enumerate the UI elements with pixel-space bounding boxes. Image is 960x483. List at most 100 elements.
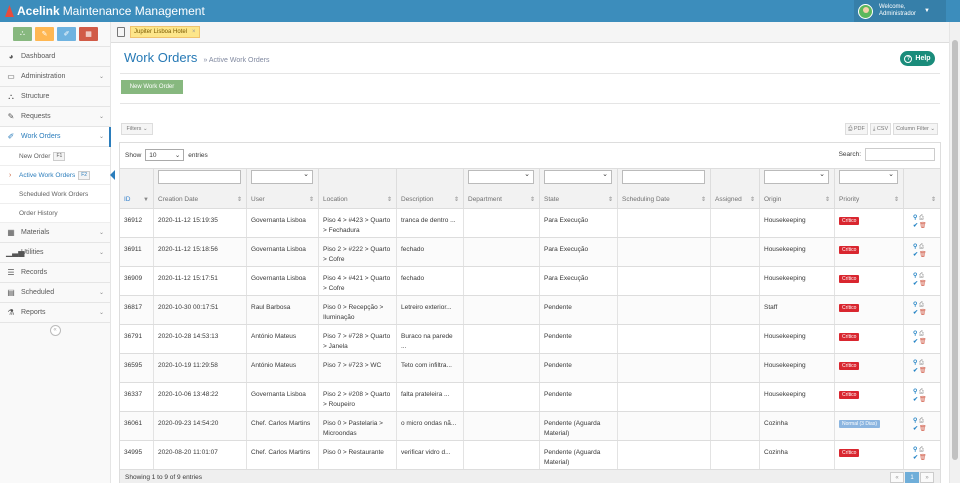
entries-select[interactable]: 10 ⌄ bbox=[145, 149, 185, 161]
sidebar-item-work-orders[interactable]: ✐ Work Orders ⌄ bbox=[0, 127, 111, 147]
sidebar-item-requests[interactable]: ✎ Requests ⌄ bbox=[0, 107, 110, 127]
sidebar-item-reports[interactable]: ⚗ Reports ⌄ bbox=[0, 303, 110, 323]
double-chevron-left-icon[interactable]: « bbox=[49, 324, 61, 336]
wrench-icon[interactable]: ✐ bbox=[57, 27, 76, 41]
cell-priority: Normal (3 Dias) bbox=[834, 412, 903, 441]
pager-page[interactable]: 1 bbox=[905, 472, 919, 483]
trash-icon[interactable]: 🗑 bbox=[919, 339, 927, 346]
sidebar-item-dashboard[interactable]: ◕ Dashboard bbox=[0, 47, 110, 67]
column-filter-button[interactable]: Column Filter ⌄ bbox=[893, 123, 938, 135]
cell-assigned bbox=[710, 383, 759, 412]
trash-icon[interactable]: 🗑 bbox=[919, 368, 927, 375]
column-header-priority[interactable]: Priority ⇕ bbox=[834, 191, 903, 208]
brand-bold: Acelink bbox=[17, 4, 60, 18]
column-header-origin[interactable]: Origin ⇕ bbox=[759, 191, 834, 208]
trash-icon[interactable]: 🗑 bbox=[919, 310, 927, 317]
priority-badge: Crítico bbox=[839, 275, 860, 283]
new-work-order-button[interactable]: New Work Order bbox=[121, 80, 183, 94]
cell-assigned bbox=[710, 267, 759, 296]
print-icon[interactable]: ⎙ bbox=[919, 360, 925, 367]
sidebar-subitem-active-work-orders[interactable]: Active Work OrdersF2 bbox=[0, 166, 115, 185]
column-header-location[interactable]: Location ⇕ bbox=[318, 191, 396, 208]
column-header-user[interactable]: User ⇕ bbox=[246, 191, 318, 208]
cell-origin: Housekeeping bbox=[759, 238, 834, 267]
sidebar-item-records[interactable]: ☰ Records bbox=[0, 263, 110, 283]
print-icon[interactable]: ⎙ bbox=[919, 389, 925, 396]
cell-state: Pendente bbox=[539, 383, 617, 412]
table-row[interactable]: 36911 2020-11-12 15:18:56 Governanta Lisbo… bbox=[120, 237, 940, 267]
calendar-icon[interactable]: ▦ bbox=[79, 27, 98, 41]
search-input[interactable] bbox=[865, 148, 935, 161]
sidebar-item-structure[interactable]: ⛬ Structure bbox=[0, 87, 110, 107]
wrench-check-icon[interactable]: ✎ bbox=[35, 27, 54, 41]
close-icon[interactable]: × bbox=[192, 29, 196, 35]
table-row[interactable]: 36061 2020-09-23 14:54:20 Chef. Carlos Mar… bbox=[120, 411, 940, 441]
cell-department bbox=[463, 267, 539, 296]
page-scrollbar[interactable] bbox=[949, 22, 960, 483]
pager-prev[interactable]: « bbox=[890, 472, 904, 483]
table-row[interactable]: 36912 2020-11-12 15:19:35 Governanta Lisbo… bbox=[120, 208, 940, 238]
tab-hotel[interactable]: Jupiter Lisboa Hotel × bbox=[130, 26, 200, 38]
table-row[interactable]: 36791 2020-10-28 14:53:13 António Mateus Pi… bbox=[120, 324, 940, 354]
table-row[interactable]: 34995 2020-08-20 11:01:07 Chef. Carlos Mar… bbox=[120, 440, 940, 470]
sidebar-item-administration[interactable]: ▭ Administration ⌄ bbox=[0, 67, 110, 87]
filters-button[interactable]: Filters ⌄ bbox=[121, 123, 153, 135]
column-divider bbox=[396, 168, 397, 207]
column-filter-input[interactable] bbox=[158, 170, 241, 184]
print-icon[interactable]: ⎙ bbox=[919, 302, 925, 309]
column-filter-select[interactable] bbox=[764, 170, 829, 184]
sidebar-subitem-new-order[interactable]: New Order F1 bbox=[0, 147, 110, 166]
column-header-scheduling-date[interactable]: Scheduling Date ⇕ bbox=[617, 191, 710, 208]
column-filter-select[interactable] bbox=[251, 170, 313, 184]
sitemap-icon[interactable]: ⛬ bbox=[13, 27, 32, 41]
brand-logo[interactable]: Acelink Maintenance Management bbox=[5, 3, 205, 19]
cell-department bbox=[463, 325, 539, 354]
trash-icon[interactable]: 🗑 bbox=[919, 223, 927, 230]
desktop-icon: ▭ bbox=[7, 72, 15, 81]
table-row[interactable]: 36909 2020-11-12 15:17:51 Governanta Lisbo… bbox=[120, 266, 940, 296]
user-menu[interactable]: Welcome, Administrador ▼ bbox=[854, 0, 946, 22]
column-header-creation-date[interactable]: Creation Date ⇕ bbox=[153, 191, 246, 208]
cell-state: Para Execução bbox=[539, 267, 617, 296]
print-icon[interactable]: ⎙ bbox=[919, 331, 925, 338]
column-header-description[interactable]: Description ⇕ bbox=[396, 191, 463, 208]
cell-location: Piso 7 > #728 > Quarto > Janela bbox=[318, 325, 396, 354]
export-pdf-button[interactable]: ⎙ PDF bbox=[844, 123, 868, 135]
sort-icon: ⇕ bbox=[607, 197, 613, 203]
column-header-assigned[interactable]: Assigned ⇕ bbox=[710, 191, 759, 208]
table-row[interactable]: 36817 2020-10-30 00:17:51 Raul Barbosa Piso… bbox=[120, 295, 940, 325]
column-filter-select[interactable] bbox=[839, 170, 898, 184]
column-header-id[interactable]: ID ▼ bbox=[120, 191, 153, 208]
trash-icon[interactable]: 🗑 bbox=[919, 252, 927, 259]
print-icon[interactable]: ⎙ bbox=[919, 418, 925, 425]
sidebar-item-materials[interactable]: ▦ Materials ⌄ bbox=[0, 223, 110, 243]
cell-location: Piso 2 > #222 > Quarto > Cofre bbox=[318, 238, 396, 267]
column-filter-select[interactable] bbox=[544, 170, 612, 184]
trash-icon[interactable]: 🗑 bbox=[919, 455, 927, 462]
column-header-department[interactable]: Department ⇕ bbox=[463, 191, 539, 208]
sidebar-item-utilities[interactable]: ▁▃▅ Utilities ⌄ bbox=[0, 243, 110, 263]
export-csv-button[interactable]: ⤓ CSV bbox=[869, 123, 892, 135]
trash-icon[interactable]: 🗑 bbox=[919, 426, 927, 433]
column-header-actions[interactable]: ⇕ bbox=[903, 191, 940, 208]
print-icon[interactable]: ⎙ bbox=[919, 447, 925, 454]
cell-date: 2020-10-28 14:53:13 bbox=[153, 325, 246, 354]
help-button[interactable]: ? Help bbox=[900, 51, 935, 66]
sidebar-subitem-scheduled-work-orders[interactable]: Scheduled Work Orders bbox=[0, 185, 110, 204]
trash-icon[interactable]: 🗑 bbox=[919, 281, 927, 288]
column-filter-select[interactable] bbox=[468, 170, 534, 184]
print-icon[interactable]: ⎙ bbox=[919, 215, 925, 222]
cell-actions: ⚲ ⎙ ✔ 🗑 bbox=[903, 441, 940, 470]
sidebar-subitem-order-history[interactable]: Order History bbox=[0, 204, 110, 223]
cell-date: 2020-09-23 14:54:20 bbox=[153, 412, 246, 441]
print-icon[interactable]: ⎙ bbox=[919, 244, 925, 251]
pager-next[interactable]: » bbox=[920, 472, 934, 483]
table-row[interactable]: 36595 2020-10-19 11:29:58 António Mateus Pi… bbox=[120, 353, 940, 383]
column-filter-input[interactable] bbox=[622, 170, 705, 184]
table-row[interactable]: 36337 2020-10-06 13:48:22 Governanta Lisbo… bbox=[120, 382, 940, 412]
column-header-state[interactable]: State ⇕ bbox=[539, 191, 617, 208]
print-icon[interactable]: ⎙ bbox=[919, 273, 925, 280]
sidebar-item-scheduled[interactable]: ▤ Scheduled ⌄ bbox=[0, 283, 110, 303]
trash-icon[interactable]: 🗑 bbox=[919, 397, 927, 404]
cell-id: 36595 bbox=[124, 362, 143, 369]
